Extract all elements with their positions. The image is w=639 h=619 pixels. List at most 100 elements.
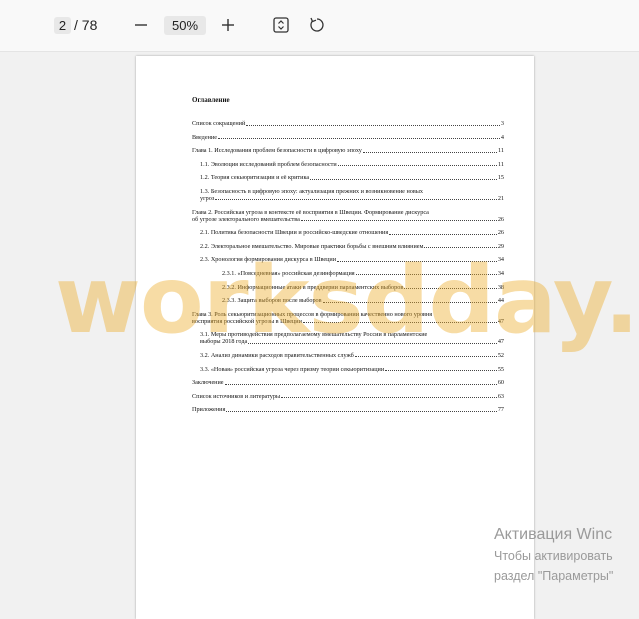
toc-page-number: 47 [497,317,504,325]
toc-leader-dots [310,178,497,180]
toc-page-number: 34 [497,269,504,277]
toc-entry[interactable]: 2.3.3. Защита выборов после выборов 44 [192,297,504,304]
toc-page-number: 4 [500,133,504,141]
toc-entry[interactable]: Заключение 60 [192,379,504,386]
pdf-toolbar: 2 / 78 50% [0,0,639,52]
toc-leader-dots [389,233,497,235]
page-number-input[interactable]: 2 [54,17,71,34]
toc-page-number: 11 [498,160,504,168]
toc-entry[interactable]: 1.1. Эволюция исследований проблем безоп… [192,161,504,168]
toc-entry-text: Глава 3. Роль секьюритизационных процесс… [192,310,433,318]
toc-entry-text: 1.2. Теория секьюритизации и её критика [200,174,310,182]
toc-entry-text: Приложения [192,406,226,414]
toc-page-number: 60 [497,379,504,387]
toc-leader-dots [217,138,500,140]
toc-leader-dots [424,247,497,249]
toc-page-number: 55 [497,365,504,373]
toc-leader-dots [404,288,497,290]
toc-entry-text: 1.3. Безопасность в цифровую эпоху: акту… [200,187,424,195]
toc-page-number: 26 [497,229,504,237]
toc-page-number: 21 [497,194,504,202]
toc-entry[interactable]: Глава 3. Роль секьюритизационных процесс… [192,311,504,325]
toc-leader-dots [362,151,498,153]
toc-entry-text: 3.3. «Новая» российская угроза через при… [200,365,385,373]
toc-entry-text: Введение [192,133,217,141]
toc-entry-text: Список сокращений [192,120,246,127]
toc-leader-dots [224,383,497,385]
toc-entry[interactable]: Список сокращений 3 [192,120,504,127]
toc-leader-dots [302,322,497,324]
toc-leader-dots [226,410,497,412]
toc-leader-dots [246,124,500,126]
toc-page-number: 44 [497,297,504,305]
toc-page-number: 11 [498,147,504,155]
zoom-in-button[interactable] [217,14,239,36]
toc-page-number: 34 [497,256,504,264]
windows-activation-notice: Активация Winc Чтобы активировать раздел… [494,524,613,586]
plus-icon [222,19,234,31]
toc-page-number: 3 [500,120,504,127]
toc-entry[interactable]: Введение 4 [192,134,504,141]
toc-page-number: 52 [497,351,504,359]
toc-entry-text: 3.2. Анализ динамики расходов правительс… [200,351,354,359]
rotate-icon [310,17,324,32]
page-total: / 78 [74,17,98,33]
toc-entry-text: 2.2. Электоральное вмешательство. Мировы… [200,242,424,250]
toc-entry-text: Заключение [192,379,224,387]
toc-leader-dots [355,274,497,276]
toc-entry-text: 2.3.2. Информационные атаки в преддверии… [222,283,404,291]
toc-entry[interactable]: 2.3.1. «Повседневная» российская дезинфо… [192,270,504,277]
toc-entry-text: угроз [200,194,215,202]
toc-page-number: 38 [497,283,504,291]
toc-entry-text: 2.3.1. «Повседневная» российская дезинфо… [222,269,355,277]
toc-entry[interactable]: 2.1. Политика безопасности Швеции и росс… [192,229,504,236]
toc-entry[interactable]: Список источников и литературы 63 [192,393,504,400]
rotate-button[interactable] [306,14,328,36]
toc-entry-text: Список источников и литературы [192,392,281,400]
toc-page-number: 29 [497,242,504,250]
zoom-level[interactable]: 50% [164,16,206,35]
toc-entry-text: 1.1. Эволюция исследований проблем безоп… [200,160,337,168]
toc-entry[interactable]: Приложения 77 [192,406,504,413]
toc-entry-text: выборы 2018 года [200,338,248,346]
toc-entry[interactable]: 2.2. Электоральное вмешательство. Мировы… [192,243,504,250]
toc-leader-dots [337,260,497,262]
toc-leader-dots [281,397,497,399]
minus-icon [135,24,147,26]
toc-entry[interactable]: 2.3.2. Информационные атаки в преддверии… [192,284,504,291]
toc-entry[interactable]: Глава 2. Российская угроза в контексте е… [192,209,504,223]
activation-title: Активация Winc [494,526,613,543]
toc-leader-dots [322,301,497,303]
toc-entry-text: 2.1. Политика безопасности Швеции и росс… [200,229,389,237]
toc-entry[interactable]: 1.2. Теория секьюритизации и её критика 1… [192,174,504,181]
zoom-out-button[interactable] [130,14,152,36]
activation-line-1: Чтобы активировать [494,549,613,563]
toc-entry[interactable]: 3.2. Анализ динамики расходов правительс… [192,352,504,359]
fit-page-button[interactable] [270,14,292,36]
toc-title: Оглавление [192,96,230,104]
toc-entry-text: 2.3. Хронология формирования дискурса в … [200,256,337,264]
toc-leader-dots [248,342,497,344]
toc-leader-dots [337,165,498,167]
toc-leader-dots [300,220,497,222]
toc-entry-text: Глава 1. Исследования проблем безопаснос… [192,147,362,155]
fit-page-icon [273,17,289,33]
toc-page-number: 15 [497,174,504,182]
toc-leader-dots [215,199,497,201]
toc-entry[interactable]: 1.3. Безопасность в цифровую эпоху: акту… [192,188,504,202]
toc-leader-dots [385,370,497,371]
toc-entry[interactable]: 3.1. Меры противодействия предполагаемом… [192,331,504,345]
activation-line-2: раздел "Параметры" [494,569,614,583]
toc-entry-text: об угрозе электорального вмешательства [192,215,300,223]
toc-page-number: 26 [497,215,504,223]
toc-entry-text: 3.1. Меры противодействия предполагаемом… [200,331,428,339]
toc-page-number: 47 [497,338,504,346]
toc-entry[interactable]: 2.3. Хронология формирования дискурса в … [192,256,504,263]
toc-entry[interactable]: 3.3. «Новая» российская угроза через при… [192,366,504,373]
toc-page-number: 77 [497,406,504,414]
toc-entry[interactable]: Глава 1. Исследования проблем безопаснос… [192,147,504,154]
toc-page-number: 63 [497,392,504,400]
toc-leader-dots [354,356,497,358]
document-page: Оглавление Список сокращений 3 Введение 4 Гл… [136,56,534,619]
toc-entry-text: 2.3.3. Защита выборов после выборов [222,297,322,305]
